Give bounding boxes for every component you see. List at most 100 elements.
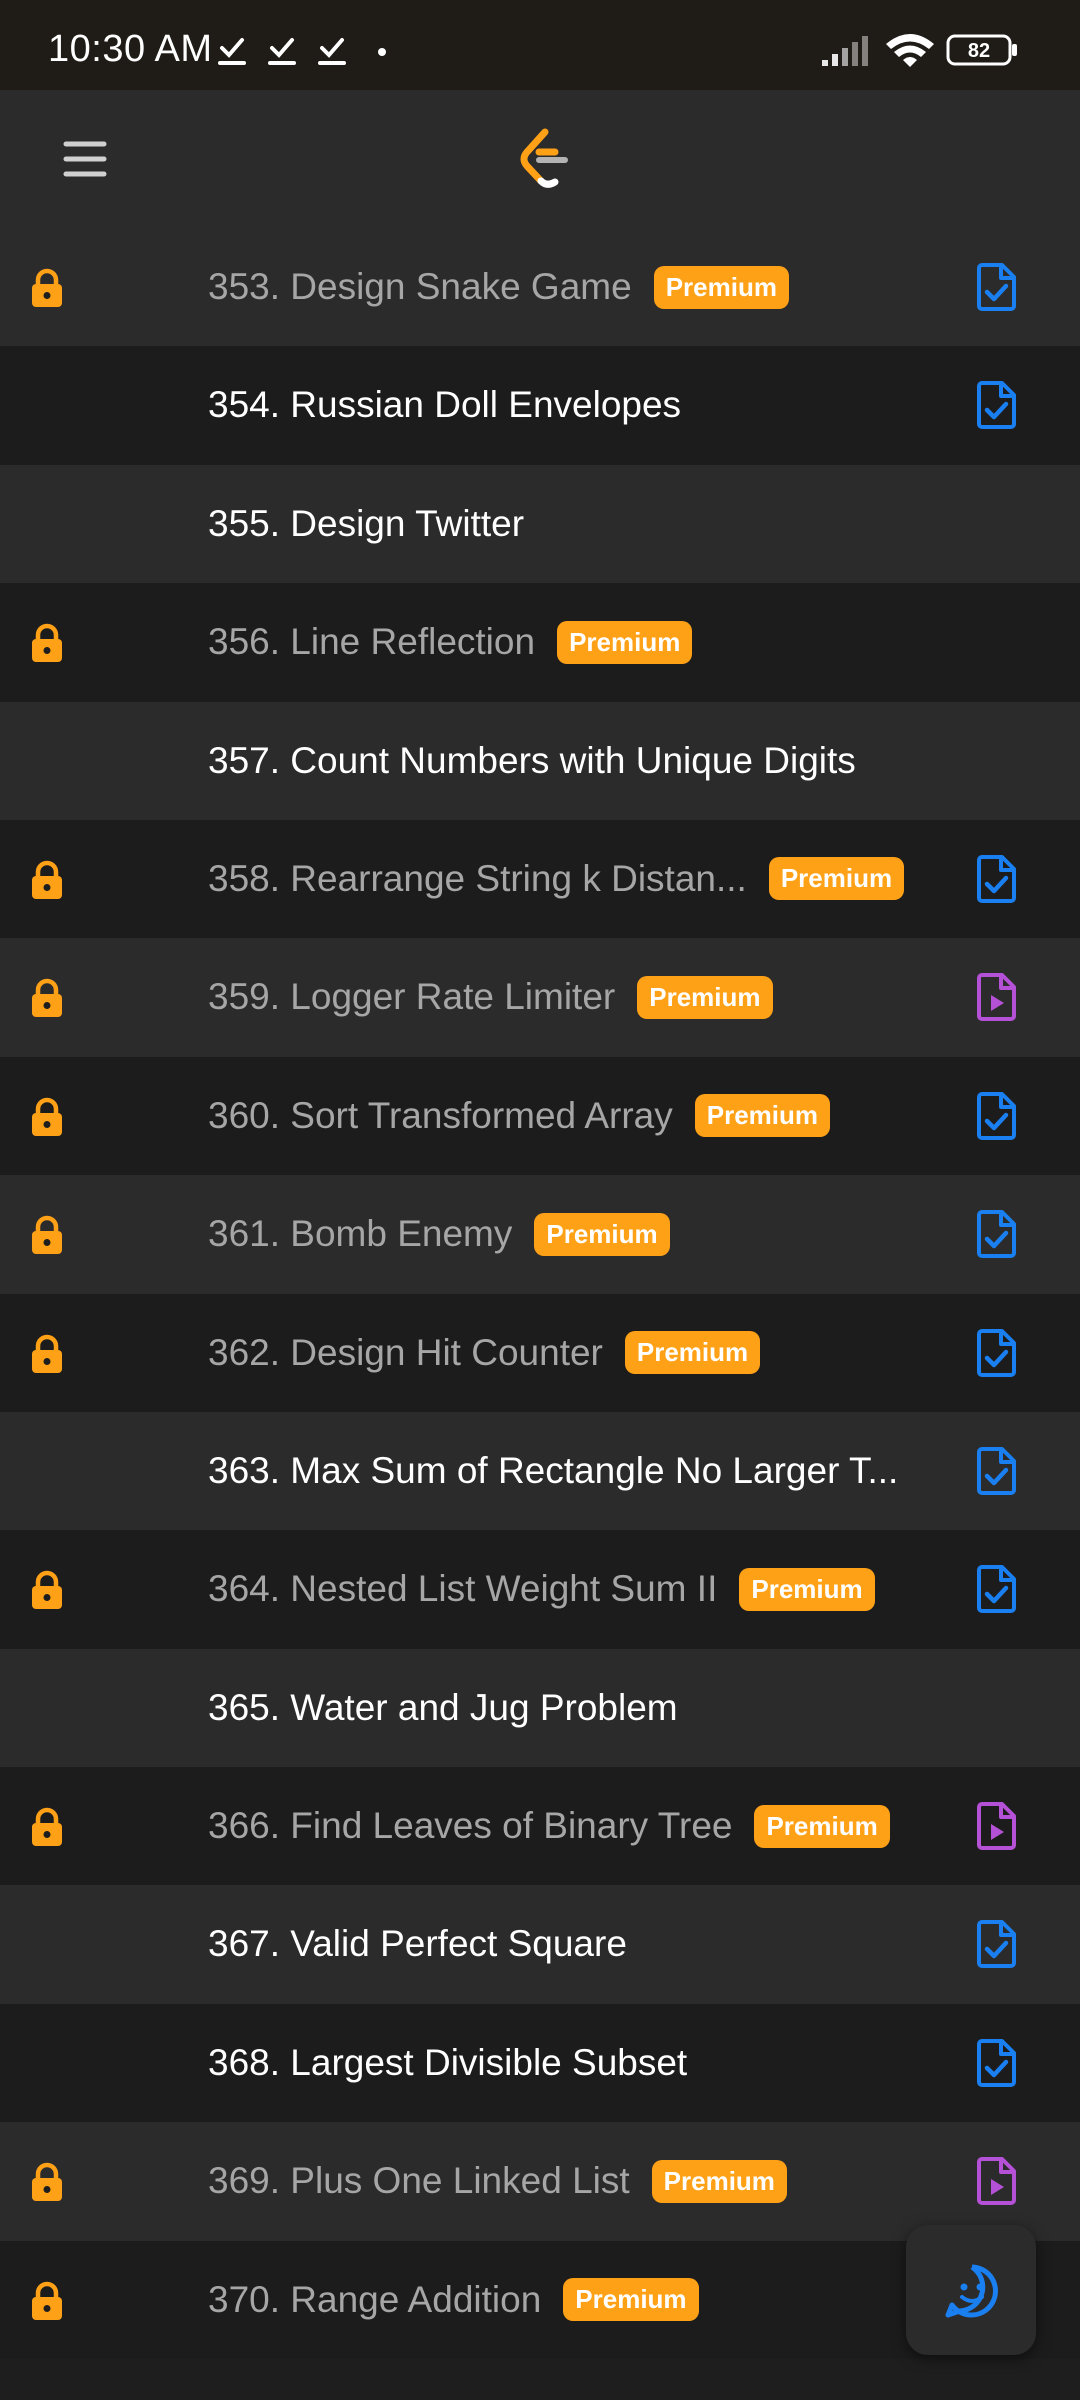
premium-badge: Premium — [534, 1212, 670, 1256]
problem-title-group: 353. Design Snake Game Premium — [208, 228, 789, 346]
problem-title-group: 357. Count Numbers with Unique Digits — [208, 702, 856, 820]
premium-badge: Premium — [754, 1804, 890, 1848]
problem-title: 358. Rearrange String k Distan... — [208, 857, 747, 899]
solution-article-icon[interactable] — [972, 1209, 1020, 1259]
problem-title-group: 356. Line Reflection Premium — [208, 583, 693, 701]
problem-row[interactable]: 356. Line Reflection Premium — [0, 583, 1080, 702]
premium-badge: Premium — [739, 1567, 875, 1611]
problem-title-group: 355. Design Twitter — [208, 465, 524, 583]
problem-title-group: 360. Sort Transformed Array Premium — [208, 1057, 831, 1175]
premium-badge: Premium — [637, 975, 773, 1019]
problem-title-group: 365. Water and Jug Problem — [208, 1649, 678, 1767]
problem-title-group: 363. Max Sum of Rectangle No Larger T... — [208, 1412, 898, 1530]
problem-row[interactable]: 368. Largest Divisible Subset — [0, 2003, 1080, 2123]
problem-row[interactable]: 365. Water and Jug Problem — [0, 1648, 1080, 1768]
problem-title: 370. Range Addition — [208, 2278, 542, 2320]
solution-article-icon[interactable] — [972, 1919, 1020, 1969]
problem-row[interactable]: 357. Count Numbers with Unique Digits — [0, 701, 1080, 820]
leetcode-logo-icon[interactable] — [515, 126, 575, 192]
problem-title: 368. Largest Divisible Subset — [208, 2041, 688, 2083]
problem-title: 365. Water and Jug Problem — [208, 1686, 678, 1728]
problem-title: 362. Design Hit Counter — [208, 1331, 603, 1373]
premium-badge: Premium — [624, 1331, 761, 1375]
notification-check-icons — [218, 38, 386, 65]
battery-level: 82 — [968, 40, 990, 62]
lock-icon — [26, 622, 68, 664]
premium-badge: Premium — [651, 2159, 787, 2203]
problem-title: 355. Design Twitter — [208, 502, 525, 544]
problem-row[interactable]: 369. Plus One Linked List Premium — [0, 2122, 1080, 2241]
problem-row[interactable]: 367. Valid Perfect Square — [0, 1885, 1080, 2004]
lock-icon — [26, 1333, 68, 1375]
problem-title-group: 367. Valid Perfect Square — [208, 1885, 627, 2003]
problem-row[interactable]: 358. Rearrange String k Distan... Premium — [0, 819, 1080, 939]
problem-title-group: 358. Rearrange String k Distan... Premium — [208, 820, 905, 938]
solution-article-icon[interactable] — [972, 1564, 1020, 1614]
problem-title: 360. Sort Transformed Array — [208, 1094, 673, 1136]
problem-row[interactable]: 360. Sort Transformed Array Premium — [0, 1056, 1080, 1176]
problem-list: 353. Design Snake Game Premium 354. Russia… — [0, 228, 1080, 2360]
feedback-chat-icon — [945, 2264, 998, 2318]
problem-row[interactable]: 364. Nested List Weight Sum II Premium — [0, 1530, 1080, 1649]
battery-icon: 82 — [946, 34, 1017, 66]
problem-title: 369. Plus One Linked List — [208, 2160, 630, 2202]
app-bar — [0, 90, 1080, 228]
problem-title: 363. Max Sum of Rectangle No Larger T... — [208, 1449, 899, 1491]
premium-badge: Premium — [768, 857, 905, 901]
premium-badge: Premium — [557, 620, 693, 664]
problem-title-group: 369. Plus One Linked List Premium — [208, 2122, 787, 2240]
problem-row[interactable]: 355. Design Twitter — [0, 464, 1080, 584]
problem-title-group: 368. Largest Divisible Subset — [208, 2004, 687, 2122]
lock-icon — [26, 1806, 68, 1848]
problem-row[interactable]: 354. Russian Doll Envelopes — [0, 346, 1080, 465]
problem-title-group: 354. Russian Doll Envelopes — [208, 346, 681, 464]
problem-row[interactable]: 353. Design Snake Game Premium — [0, 228, 1080, 347]
solution-article-icon[interactable] — [972, 1446, 1020, 1496]
problem-row[interactable]: 363. Max Sum of Rectangle No Larger T... — [0, 1411, 1080, 1531]
problem-row[interactable]: 361. Bomb Enemy Premium — [0, 1175, 1080, 1294]
status-time: 10:30 AM — [48, 28, 213, 70]
solution-article-icon[interactable] — [972, 1328, 1020, 1378]
wifi-icon — [886, 34, 934, 67]
premium-badge: Premium — [653, 265, 789, 309]
status-bar: 10:30 AM 82 — [0, 0, 1080, 90]
problem-title-group: 362. Design Hit Counter Premium — [208, 1294, 761, 1412]
problem-title: 367. Valid Perfect Square — [208, 1923, 627, 1965]
problem-title-group: 361. Bomb Enemy Premium — [208, 1175, 670, 1293]
solution-article-icon[interactable] — [972, 854, 1020, 904]
problem-title: 356. Line Reflection — [208, 621, 536, 663]
problem-title: 353. Design Snake Game — [208, 266, 632, 307]
solution-article-icon[interactable] — [972, 1091, 1020, 1141]
problem-row[interactable]: 366. Find Leaves of Binary Tree Premium — [0, 1767, 1080, 1886]
solution-video-icon[interactable] — [972, 2156, 1020, 2206]
problem-title-group: 366. Find Leaves of Binary Tree Premium — [208, 1767, 890, 1885]
problem-row[interactable]: 362. Design Hit Counter Premium — [0, 1293, 1080, 1412]
problem-title: 354. Russian Doll Envelopes — [208, 384, 682, 426]
problem-title: 359. Logger Rate Limiter — [208, 976, 616, 1018]
solution-article-icon[interactable] — [972, 380, 1020, 430]
lock-icon — [26, 1096, 68, 1138]
lock-icon — [26, 977, 68, 1019]
problem-title-group: 359. Logger Rate Limiter Premium — [208, 938, 773, 1056]
solution-article-icon[interactable] — [972, 262, 1020, 312]
lock-icon — [26, 2280, 68, 2322]
problem-title-group: 370. Range Addition Premium — [208, 2241, 699, 2359]
solution-video-icon[interactable] — [972, 972, 1020, 1022]
problem-title: 361. Bomb Enemy — [208, 1213, 513, 1255]
problem-row[interactable]: 359. Logger Rate Limiter Premium — [0, 938, 1080, 1057]
problem-title: 364. Nested List Weight Sum II — [208, 1568, 718, 1610]
feedback-fab-button[interactable] — [906, 2225, 1036, 2355]
lock-icon — [26, 1214, 68, 1256]
lock-icon — [26, 2161, 68, 2203]
solution-video-icon[interactable] — [972, 1801, 1020, 1851]
status-system-icons: 82 — [822, 34, 1017, 67]
lock-icon — [26, 267, 68, 309]
lock-icon — [26, 859, 68, 901]
hamburger-menu-icon[interactable] — [58, 132, 112, 186]
solution-article-icon[interactable] — [972, 2038, 1020, 2088]
problem-title: 357. Count Numbers with Unique Digits — [208, 739, 856, 781]
premium-badge: Premium — [694, 1094, 831, 1138]
lock-icon — [26, 1569, 68, 1611]
problem-title-group: 364. Nested List Weight Sum II Premium — [208, 1530, 875, 1648]
premium-badge: Premium — [563, 2278, 699, 2322]
